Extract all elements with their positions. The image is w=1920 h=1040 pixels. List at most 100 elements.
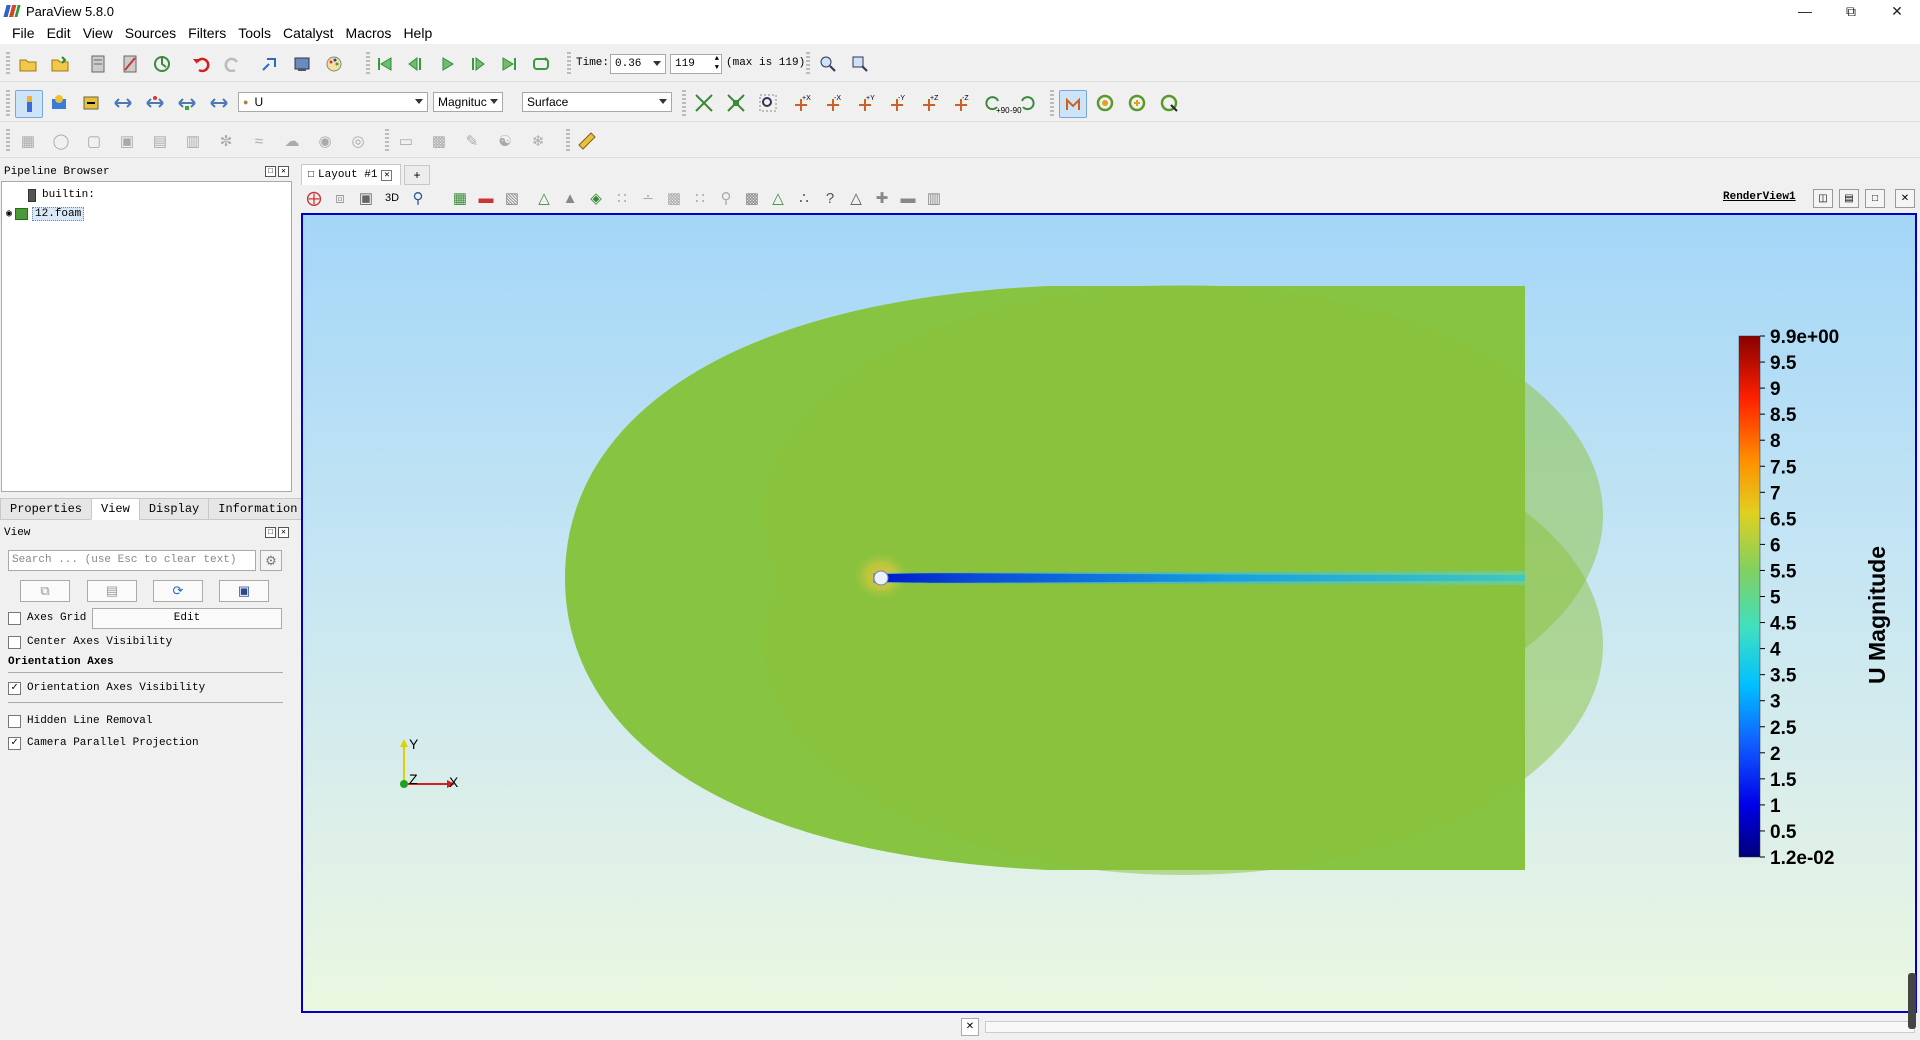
selection-display-icon[interactable]: ▩ [741, 187, 763, 209]
menu-file[interactable]: File [6, 25, 41, 41]
reset-range-icon[interactable] [80, 92, 102, 114]
rotate-plus-90-icon[interactable]: +90 [982, 92, 1010, 115]
pick-center-icon[interactable] [1158, 92, 1180, 114]
tree-item-builtin[interactable]: builtin: [28, 186, 95, 204]
play-icon[interactable] [436, 53, 458, 75]
tab-display[interactable]: Display [138, 498, 210, 520]
reset-center-icon[interactable] [1126, 92, 1148, 114]
select-polygon-points-icon[interactable]: ▲ [559, 187, 581, 209]
histogram-icon[interactable]: ▩ [428, 130, 450, 152]
subtract-selection-icon[interactable]: ▬ [897, 187, 919, 209]
ruler-icon[interactable] [576, 130, 598, 152]
axes-grid-checkbox[interactable]: Axes Grid [8, 609, 86, 627]
find-data-icon[interactable] [259, 53, 281, 75]
particle-tracer-icon[interactable]: ❄ [527, 130, 549, 152]
render-scene[interactable]: 9.9e+00 9.5 9 8.5 8 7.5 7 6.5 6 5.5 5 4.5 4 3.5 3 2.5 2 1… [303, 215, 1915, 1011]
reload-defaults-icon[interactable]: ⟳ [153, 580, 203, 602]
color-array-select[interactable]: ● U [238, 92, 428, 112]
close-view-icon[interactable]: ✕ [1895, 189, 1915, 208]
view-plus-z-icon[interactable]: +Z [918, 92, 940, 114]
orientation-visibility-checkbox[interactable]: ✓ Orientation Axes Visibility [8, 679, 205, 697]
select-polygon-cells-icon[interactable]: △ [533, 187, 555, 209]
view-minus-x-icon[interactable]: -X [822, 92, 844, 114]
stream-tracer-icon[interactable]: ≈ [248, 130, 270, 152]
add-selection-icon[interactable]: ✚ [871, 187, 893, 209]
reset-camera-closest-icon[interactable] [725, 92, 747, 114]
axes-grid-edit-button[interactable]: Edit [92, 608, 282, 629]
calculator-icon[interactable]: ▦ [17, 130, 39, 152]
select-cells-through-icon[interactable]: ▧ [501, 187, 523, 209]
zoom-to-data-icon[interactable] [817, 53, 839, 75]
previous-frame-icon[interactable] [404, 53, 426, 75]
show-labels-icon[interactable]: ⚲ [715, 187, 737, 209]
interactive-select-icon[interactable]: ◈ [585, 187, 607, 209]
restore-button[interactable]: ⧉ [1828, 0, 1874, 22]
parallel-projection-check-box[interactable]: ✓ [8, 736, 21, 750]
grow-selection-icon[interactable]: △ [767, 187, 789, 209]
clear-selection-icon[interactable]: ▥ [923, 187, 945, 209]
interaction-mode-icon[interactable] [1059, 90, 1087, 118]
select-blocks-icon[interactable]: ▩ [663, 187, 685, 209]
loop-icon[interactable] [530, 53, 552, 75]
extract-level-icon[interactable]: ◎ [347, 130, 369, 152]
menu-sources[interactable]: Sources [119, 25, 182, 41]
clip-icon[interactable]: ▢ [83, 130, 105, 152]
redo-icon[interactable] [222, 53, 244, 75]
menu-tools[interactable]: Tools [232, 25, 277, 41]
shrink-selection-icon[interactable]: ∴ [793, 187, 815, 209]
tab-properties[interactable]: Properties [0, 498, 93, 520]
render-view-name[interactable]: RenderView1 [1723, 191, 1796, 203]
rotate-minus-90-icon[interactable]: -90 [1010, 92, 1038, 115]
screenshot-view-icon[interactable]: ▣ [355, 187, 377, 209]
select-points-on-icon[interactable]: ▬ [475, 187, 497, 209]
float-panel-icon[interactable]: □ [265, 166, 276, 177]
zoom-box-icon[interactable] [849, 53, 871, 75]
view-plus-x-icon[interactable]: +X [790, 92, 812, 114]
capture-view-icon[interactable]: ⧈ [329, 187, 351, 209]
axes-grid-check-box[interactable] [8, 611, 21, 625]
plot-selection-icon[interactable]: ☯ [494, 130, 516, 152]
center-axes-check-box[interactable] [8, 635, 21, 649]
zoom-closest-icon[interactable] [757, 92, 779, 114]
rescale-data-icon[interactable] [208, 92, 230, 114]
edit-selection-icon[interactable]: △ [845, 187, 867, 209]
find-data-view-icon[interactable]: ∷ [689, 187, 711, 209]
menu-macros[interactable]: Macros [340, 25, 398, 41]
show-center-icon[interactable] [1094, 92, 1116, 114]
toggle-color-legend-icon[interactable] [15, 90, 43, 118]
edit-color-map-icon[interactable] [48, 92, 70, 114]
float-view-panel-icon[interactable]: □ [265, 527, 276, 538]
close-panel-icon[interactable]: ✕ [278, 166, 289, 177]
contour-icon[interactable]: ◯ [50, 130, 72, 152]
threshold-icon[interactable]: ▤ [149, 130, 171, 152]
split-horizontal-icon[interactable]: ◫ [1813, 189, 1833, 208]
extract-subset-icon[interactable]: ▥ [182, 130, 204, 152]
group-datasets-icon[interactable]: ◉ [314, 130, 336, 152]
zoom-view-icon[interactable]: ⚲ [407, 187, 429, 209]
undo-icon[interactable] [190, 53, 212, 75]
view-minus-y-icon[interactable]: -Y [886, 92, 908, 114]
first-frame-icon[interactable] [374, 53, 396, 75]
menu-help[interactable]: Help [397, 25, 438, 41]
center-axes-checkbox[interactable]: Center Axes Visibility [8, 633, 172, 651]
eye-visible-icon[interactable]: ◉ [6, 208, 12, 220]
maximize-view-icon[interactable]: □ [1865, 189, 1885, 208]
disconnect-server-icon[interactable] [119, 53, 141, 75]
reset-camera-icon[interactable] [693, 92, 715, 114]
menu-view[interactable]: View [77, 25, 119, 41]
plot-over-line-icon[interactable]: ▭ [395, 130, 417, 152]
close-output-icon[interactable]: ✕ [961, 1018, 979, 1036]
rescale-visible-icon[interactable] [176, 92, 198, 114]
advanced-settings-gear-icon[interactable]: ⚙ [260, 550, 282, 571]
view-plus-y-icon[interactable]: +Y [854, 92, 876, 114]
horizontal-scrollbar[interactable] [985, 1021, 1915, 1033]
reset-camera-view-icon[interactable]: ⨁ [303, 187, 325, 209]
split-vertical-icon[interactable]: ▤ [1839, 189, 1859, 208]
next-frame-icon[interactable] [467, 53, 489, 75]
time-select[interactable]: 0.36 [610, 54, 666, 74]
hidden-line-checkbox[interactable]: Hidden Line Removal [8, 712, 152, 730]
save-defaults-icon[interactable]: ▣ [219, 580, 269, 602]
tab-view[interactable]: View [91, 498, 140, 520]
last-frame-icon[interactable] [498, 53, 520, 75]
save-screenshot-icon[interactable] [291, 53, 313, 75]
